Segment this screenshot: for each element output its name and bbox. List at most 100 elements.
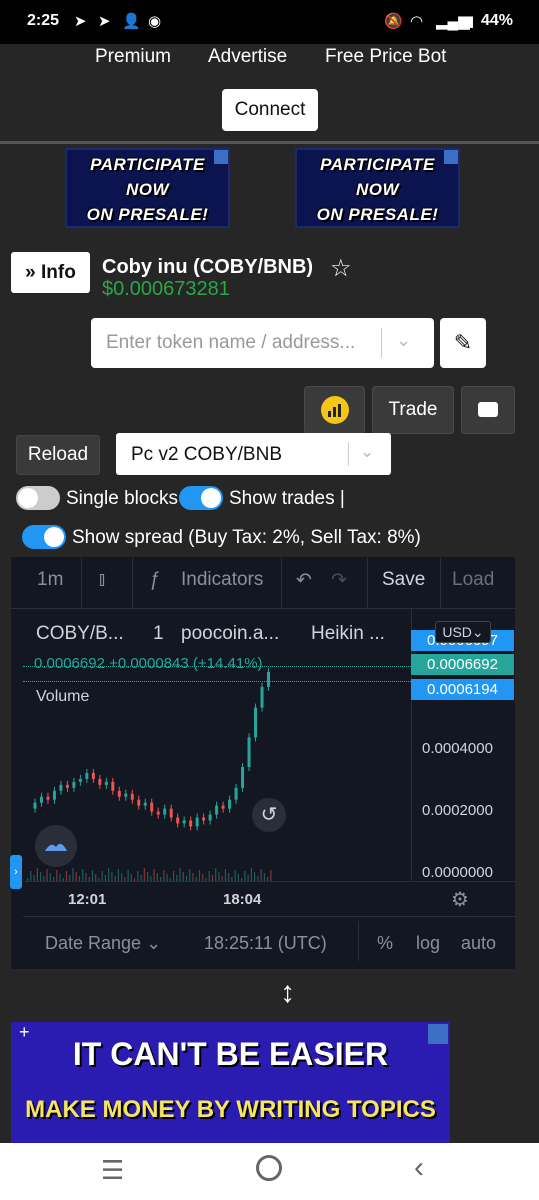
undo-icon[interactable]: ↶ bbox=[296, 569, 312, 592]
volume-bar bbox=[224, 869, 227, 881]
banner-line: PARTICIPATE bbox=[90, 155, 205, 174]
sparkle-icon: + bbox=[19, 1022, 30, 1042]
divider bbox=[132, 557, 133, 609]
banner-line: ON PRESALE! bbox=[86, 205, 209, 224]
favorite-star-icon[interactable]: ☆ bbox=[330, 254, 352, 283]
site-header: Premium Advertise Free Price Bot Connect bbox=[0, 44, 539, 144]
toggle-knob bbox=[44, 527, 64, 547]
reset-chart-icon[interactable]: ↺ bbox=[252, 798, 286, 832]
volume-bar bbox=[163, 870, 165, 881]
edit-icon[interactable]: ✎ bbox=[440, 318, 486, 368]
volume-bar bbox=[30, 871, 32, 881]
ad-banner-large[interactable]: IT CAN'T BE EASIER MAKE MONEY BY WRITING… bbox=[11, 1022, 450, 1143]
interval-button[interactable]: 1m bbox=[37, 569, 63, 591]
candle-body bbox=[124, 793, 128, 797]
pair-select-value: Pc v2 COBY/BNB bbox=[131, 444, 282, 465]
back-icon[interactable]: ‹ bbox=[414, 1151, 424, 1185]
indicators-button[interactable]: Indicators bbox=[181, 569, 263, 591]
volume-bar bbox=[75, 872, 77, 881]
volume-bar bbox=[127, 870, 129, 881]
percent-scale-button[interactable]: % bbox=[377, 933, 393, 954]
token-price: $0.000673281 bbox=[102, 278, 230, 300]
volume-bar bbox=[250, 868, 252, 881]
ad-headline: IT CAN'T BE EASIER bbox=[72, 1036, 389, 1072]
candle-body bbox=[78, 778, 82, 782]
candle-body bbox=[111, 781, 115, 791]
info-button[interactable]: » Info bbox=[11, 252, 90, 293]
function-icon[interactable]: ƒ bbox=[149, 569, 160, 591]
candle-body bbox=[176, 817, 180, 824]
volume-bar bbox=[143, 868, 145, 881]
price-plot[interactable] bbox=[23, 609, 411, 881]
chevron-down-icon[interactable]: ⌄ bbox=[396, 330, 411, 351]
volume-bar bbox=[65, 871, 68, 881]
wallet-button[interactable] bbox=[461, 386, 515, 434]
ad-badge-icon bbox=[444, 150, 458, 164]
expand-panel-icon[interactable]: › bbox=[10, 855, 22, 889]
y-tick: 0.0000000 bbox=[422, 864, 493, 881]
presale-banner-right[interactable]: PARTICIPATE NOW ON PRESALE! bbox=[295, 148, 460, 228]
battery-icon: ▮ bbox=[466, 13, 475, 30]
single-blocks-toggle[interactable] bbox=[16, 486, 60, 510]
trading-chart[interactable]: 1m ⫾ ƒ Indicators ↶ ↷ Save Load COBY/B..… bbox=[10, 557, 515, 969]
date-range-button[interactable]: Date Range ⌄ bbox=[45, 933, 161, 954]
auto-scale-button[interactable]: auto bbox=[461, 933, 496, 954]
token-search-input[interactable]: Enter token name / address... ⌄ bbox=[91, 318, 434, 368]
volume-bar bbox=[153, 869, 155, 881]
candle-body bbox=[267, 671, 270, 687]
currency-select[interactable]: USD⌄ bbox=[435, 621, 491, 643]
ad-subline: MAKE MONEY BY WRITING TOPICS bbox=[25, 1096, 436, 1123]
info-label: Info bbox=[41, 262, 76, 283]
candle-body bbox=[46, 796, 50, 800]
connect-button[interactable]: Connect bbox=[222, 89, 318, 131]
volume-bar bbox=[156, 873, 158, 881]
redo-icon[interactable]: ↷ bbox=[331, 569, 347, 592]
toggle-knob bbox=[18, 488, 38, 508]
candle-body bbox=[130, 793, 134, 800]
show-trades-toggle[interactable] bbox=[179, 486, 223, 510]
home-icon[interactable] bbox=[256, 1155, 282, 1181]
banner-line: ON PRESALE! bbox=[316, 205, 439, 224]
volume-bar bbox=[202, 874, 204, 881]
single-blocks-label: Single blocks bbox=[66, 488, 178, 509]
candle-body bbox=[208, 814, 212, 821]
save-button[interactable]: Save bbox=[382, 569, 425, 591]
candle-body bbox=[150, 802, 154, 812]
nav-free-price-bot[interactable]: Free Price Bot bbox=[325, 46, 446, 68]
nav-premium[interactable]: Premium bbox=[95, 46, 171, 68]
candle-body bbox=[247, 737, 251, 768]
candle-body bbox=[98, 778, 102, 785]
add-contact-icon: 👤 bbox=[122, 13, 141, 30]
currency-label: USD bbox=[442, 624, 472, 640]
mute-icon: 🔕 bbox=[384, 13, 403, 30]
ad-badge-icon bbox=[428, 1024, 448, 1044]
nav-advertise[interactable]: Advertise bbox=[208, 46, 287, 68]
android-nav-bar: ☰ ‹ bbox=[0, 1143, 539, 1200]
chevron-down-icon[interactable]: ⌄ bbox=[360, 442, 374, 462]
resize-vertical-icon[interactable]: ↕ bbox=[280, 976, 295, 1010]
candle-body bbox=[169, 808, 173, 818]
chart-button[interactable] bbox=[304, 386, 365, 434]
candle-body bbox=[189, 820, 193, 827]
candle-body bbox=[72, 781, 76, 788]
trade-button[interactable]: Trade bbox=[372, 386, 454, 434]
y-tick: 0.0004000 bbox=[422, 740, 493, 757]
tradingview-logo-icon[interactable] bbox=[35, 825, 77, 867]
volume-bar bbox=[56, 870, 58, 881]
load-button[interactable]: Load bbox=[452, 569, 494, 591]
volume-bar bbox=[208, 871, 210, 881]
candle-body bbox=[163, 808, 167, 815]
candle-body bbox=[254, 707, 258, 738]
volume-bar bbox=[244, 871, 246, 881]
candle-body bbox=[182, 820, 186, 824]
log-scale-button[interactable]: log bbox=[416, 933, 440, 954]
candles-icon[interactable]: ⫾ bbox=[99, 569, 105, 591]
pair-select[interactable]: Pc v2 COBY/BNB ⌄ bbox=[116, 433, 391, 475]
settings-gear-icon[interactable]: ⚙ bbox=[451, 887, 469, 912]
candle-body bbox=[137, 799, 141, 806]
volume-bar bbox=[111, 872, 113, 881]
reload-button[interactable]: Reload bbox=[16, 435, 100, 475]
presale-banner-left[interactable]: PARTICIPATE NOW ON PRESALE! bbox=[65, 148, 230, 228]
recent-apps-icon[interactable]: ☰ bbox=[101, 1155, 124, 1186]
show-spread-toggle[interactable] bbox=[22, 525, 66, 549]
